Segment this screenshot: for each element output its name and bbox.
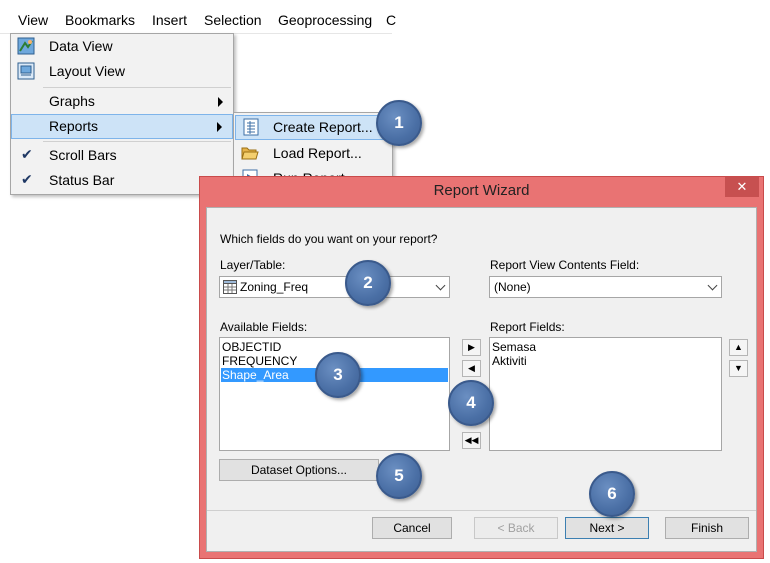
cancel-button[interactable]: Cancel — [372, 517, 452, 539]
remove-all-fields-button[interactable]: ◀◀ — [462, 432, 481, 449]
checkmark-icon: ✔ — [21, 146, 33, 162]
list-item[interactable]: OBJECTID — [222, 340, 281, 354]
report-fields-label: Report Fields: — [490, 320, 565, 334]
divider — [207, 510, 756, 511]
menu-item-layout-view[interactable]: Layout View — [11, 59, 233, 84]
list-item[interactable]: Semasa — [492, 340, 536, 354]
list-item[interactable]: Aktiviti — [492, 354, 527, 368]
list-item[interactable]: FREQUENCY — [222, 354, 297, 368]
move-down-button[interactable]: ▼ — [729, 360, 748, 377]
menu-separator — [43, 141, 231, 142]
menu-separator — [43, 87, 231, 88]
menu-item-graphs[interactable]: Graphs — [11, 89, 233, 114]
callout-4: 4 — [448, 380, 494, 426]
callout-1: 1 — [376, 100, 422, 146]
contents-field-value: (None) — [494, 280, 531, 294]
dialog-body: Which fields do you want on your report?… — [206, 207, 757, 552]
callout-2: 2 — [345, 260, 391, 306]
menu-geoprocessing[interactable]: Geoprocessing — [278, 12, 372, 28]
menu-bar: View Bookmarks Insert Selection Geoproce… — [0, 0, 396, 34]
view-menu: Data View Layout View Graphs Reports ✔ S… — [10, 33, 234, 195]
callout-5: 5 — [376, 453, 422, 499]
create-report-icon — [242, 118, 260, 136]
menu-bookmarks[interactable]: Bookmarks — [65, 12, 135, 28]
layer-table-value: Zoning_Freq — [240, 280, 309, 294]
chevron-down-icon — [707, 280, 718, 291]
available-fields-label: Available Fields: — [220, 320, 308, 334]
menu-item-scroll-bars[interactable]: ✔ Scroll Bars — [11, 143, 233, 168]
menu-item-reports[interactable]: Reports — [11, 114, 233, 139]
open-folder-icon — [241, 144, 259, 162]
close-icon[interactable]: ✕ — [725, 177, 759, 197]
dialog-title: Report Wizard — [433, 182, 530, 199]
menu-customize-partial[interactable]: C — [386, 12, 396, 28]
report-wizard-dialog: Report Wizard ✕ Which fields do you want… — [199, 176, 764, 559]
add-field-button[interactable]: ▶ — [462, 339, 481, 356]
back-button[interactable]: < Back — [474, 517, 558, 539]
callout-3: 3 — [315, 352, 361, 398]
layer-table-label: Layer/Table: — [220, 258, 286, 272]
report-fields-list[interactable]: Semasa Aktiviti — [489, 337, 722, 451]
submenu-arrow-icon — [218, 97, 223, 107]
next-button[interactable]: Next > — [565, 517, 649, 539]
menu-item-load-report[interactable]: Load Report... — [235, 141, 391, 166]
remove-field-button[interactable]: ◀ — [462, 360, 481, 377]
finish-button[interactable]: Finish — [665, 517, 749, 539]
menu-item-data-view[interactable]: Data View — [11, 34, 233, 59]
chevron-down-icon — [435, 280, 446, 291]
move-up-button[interactable]: ▲ — [729, 339, 748, 356]
menu-selection[interactable]: Selection — [204, 12, 262, 28]
data-view-icon — [17, 37, 35, 55]
submenu-arrow-icon — [217, 122, 222, 132]
menu-insert[interactable]: Insert — [152, 12, 187, 28]
callout-6: 6 — [589, 471, 635, 517]
checkmark-icon: ✔ — [21, 171, 33, 187]
table-icon — [223, 280, 237, 294]
contents-field-label: Report View Contents Field: — [490, 258, 640, 272]
menu-view[interactable]: View — [18, 12, 48, 28]
dataset-options-button[interactable]: Dataset Options... — [219, 459, 379, 481]
menu-item-create-report[interactable]: Create Report... — [235, 115, 391, 140]
fields-prompt: Which fields do you want on your report? — [220, 232, 438, 246]
contents-field-dropdown[interactable]: (None) — [489, 276, 722, 298]
layer-table-dropdown[interactable]: Zoning_Freq — [219, 276, 450, 298]
layout-view-icon — [17, 62, 35, 80]
